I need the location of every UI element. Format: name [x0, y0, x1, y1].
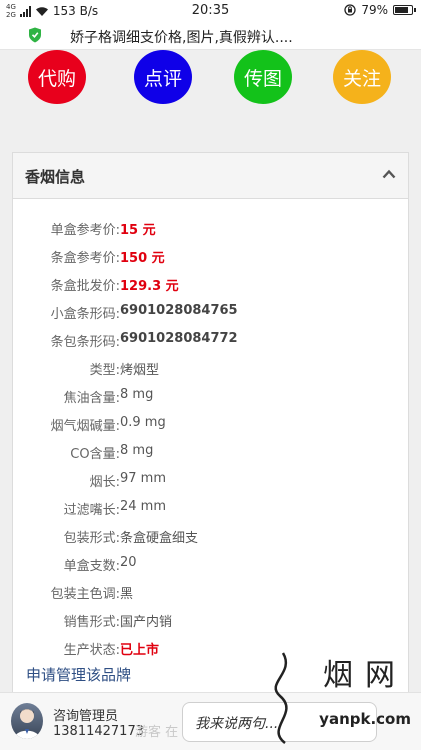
info-value: 20	[120, 555, 137, 570]
info-label: 单盒支数:	[63, 559, 120, 574]
info-value: 129.3 元	[120, 279, 179, 294]
info-label: 小盒条形码:	[50, 307, 120, 322]
info-value: 6901028084772	[120, 331, 238, 346]
info-label: 销售形式:	[63, 615, 120, 630]
admin-avatar[interactable]	[11, 703, 43, 739]
card-title: 香烟信息	[25, 168, 86, 186]
info-label: 条盒批发价:	[50, 279, 120, 294]
battery-percent: 79%	[361, 3, 388, 17]
info-value: 24 mm	[120, 499, 167, 514]
info-row: 烟气烟碱量: 0.9 mg	[13, 415, 410, 443]
info-value: 黑	[120, 587, 134, 602]
bottom-bar: 咨询管理员 13811427173 游客 在 我来说两句...	[0, 692, 421, 750]
upload-image-button[interactable]: 传图	[234, 50, 292, 104]
card-header[interactable]: 香烟信息	[13, 153, 408, 199]
browser-title-bar: 娇子格调细支价格,图片,真假辨认....	[0, 22, 421, 50]
info-label: 焦油含量:	[63, 391, 120, 406]
info-value: 150 元	[120, 251, 165, 266]
info-label: 包装形式:	[63, 531, 120, 546]
comment-input[interactable]: 我来说两句...	[182, 702, 377, 742]
info-row: 生产状态: 已上市	[13, 639, 410, 667]
info-value: 8 mg	[120, 387, 154, 402]
info-label: 过滤嘴长:	[63, 503, 120, 518]
info-row: 小盒条形码: 6901028084765	[13, 303, 410, 331]
info-row: 包装主色调: 黑	[13, 583, 410, 611]
info-value: 已上市	[120, 643, 160, 658]
info-row: 包装形式: 条盒硬盒细支	[13, 527, 410, 555]
guest-ghost-text: 游客 在	[135, 725, 179, 740]
info-label: 单盒参考价:	[50, 223, 120, 238]
action-bar: 代购 点评 传图 关注	[0, 50, 421, 132]
follow-button[interactable]: 关注	[333, 50, 391, 104]
info-value: 6901028084765	[120, 303, 238, 318]
admin-label[interactable]: 咨询管理员	[53, 705, 118, 724]
status-right: 79%	[344, 3, 416, 17]
info-label: CO含量:	[70, 447, 120, 462]
daigou-label: 代购	[37, 67, 76, 90]
info-row: 销售形式: 国产内销	[13, 611, 410, 639]
review-button[interactable]: 点评	[134, 50, 192, 104]
review-label: 点评	[143, 67, 182, 90]
info-label: 生产状态:	[63, 643, 120, 658]
info-row: 过滤嘴长: 24 mm	[13, 499, 410, 527]
apply-manage-brand-link[interactable]: 申请管理该品牌	[26, 664, 131, 685]
info-value: 8 mg	[120, 443, 154, 458]
security-shield-icon	[29, 27, 41, 43]
info-row: CO含量: 8 mg	[13, 443, 410, 471]
info-row: 条盒参考价: 150 元	[13, 247, 410, 275]
status-bar: 4G 2G 153 B/s 20:35 79%	[0, 0, 421, 22]
info-value: 0.9 mg	[120, 415, 166, 430]
admin-phone[interactable]: 13811427173	[53, 724, 144, 739]
info-label: 烟长:	[89, 475, 120, 490]
info-label: 烟气烟碱量:	[50, 419, 120, 434]
info-label: 条包条形码:	[50, 335, 120, 350]
info-value: 15 元	[120, 223, 156, 238]
info-row: 单盒支数: 20	[13, 555, 410, 583]
upload-image-label: 传图	[243, 67, 282, 90]
chevron-up-icon[interactable]	[382, 169, 396, 179]
info-value: 97 mm	[120, 471, 167, 486]
daigou-button[interactable]: 代购	[28, 50, 86, 104]
person-icon	[14, 709, 40, 739]
info-label: 条盒参考价:	[50, 251, 120, 266]
follow-label: 关注	[342, 67, 381, 90]
battery-icon	[393, 5, 416, 15]
info-row: 条包条形码: 6901028084772	[13, 331, 410, 359]
page-title: 娇子格调细支价格,图片,真假辨认....	[70, 30, 293, 46]
info-row: 焦油含量: 8 mg	[13, 387, 410, 415]
info-row: 条盒批发价: 129.3 元	[13, 275, 410, 303]
info-value: 烤烟型	[120, 363, 160, 378]
info-row: 烟长: 97 mm	[13, 471, 410, 499]
info-value: 条盒硬盒细支	[120, 531, 199, 546]
lock-rotation-icon	[344, 4, 356, 16]
info-row: 单盒参考价: 15 元	[13, 219, 410, 247]
info-row: 类型: 烤烟型	[13, 359, 410, 387]
info-label: 类型:	[89, 363, 120, 378]
info-value: 国产内销	[120, 615, 173, 630]
cigarette-info-card: 香烟信息 单盒参考价: 15 元 条盒参考价: 150 元 条盒批发价: 129…	[12, 152, 409, 692]
info-label: 包装主色调:	[50, 587, 120, 602]
